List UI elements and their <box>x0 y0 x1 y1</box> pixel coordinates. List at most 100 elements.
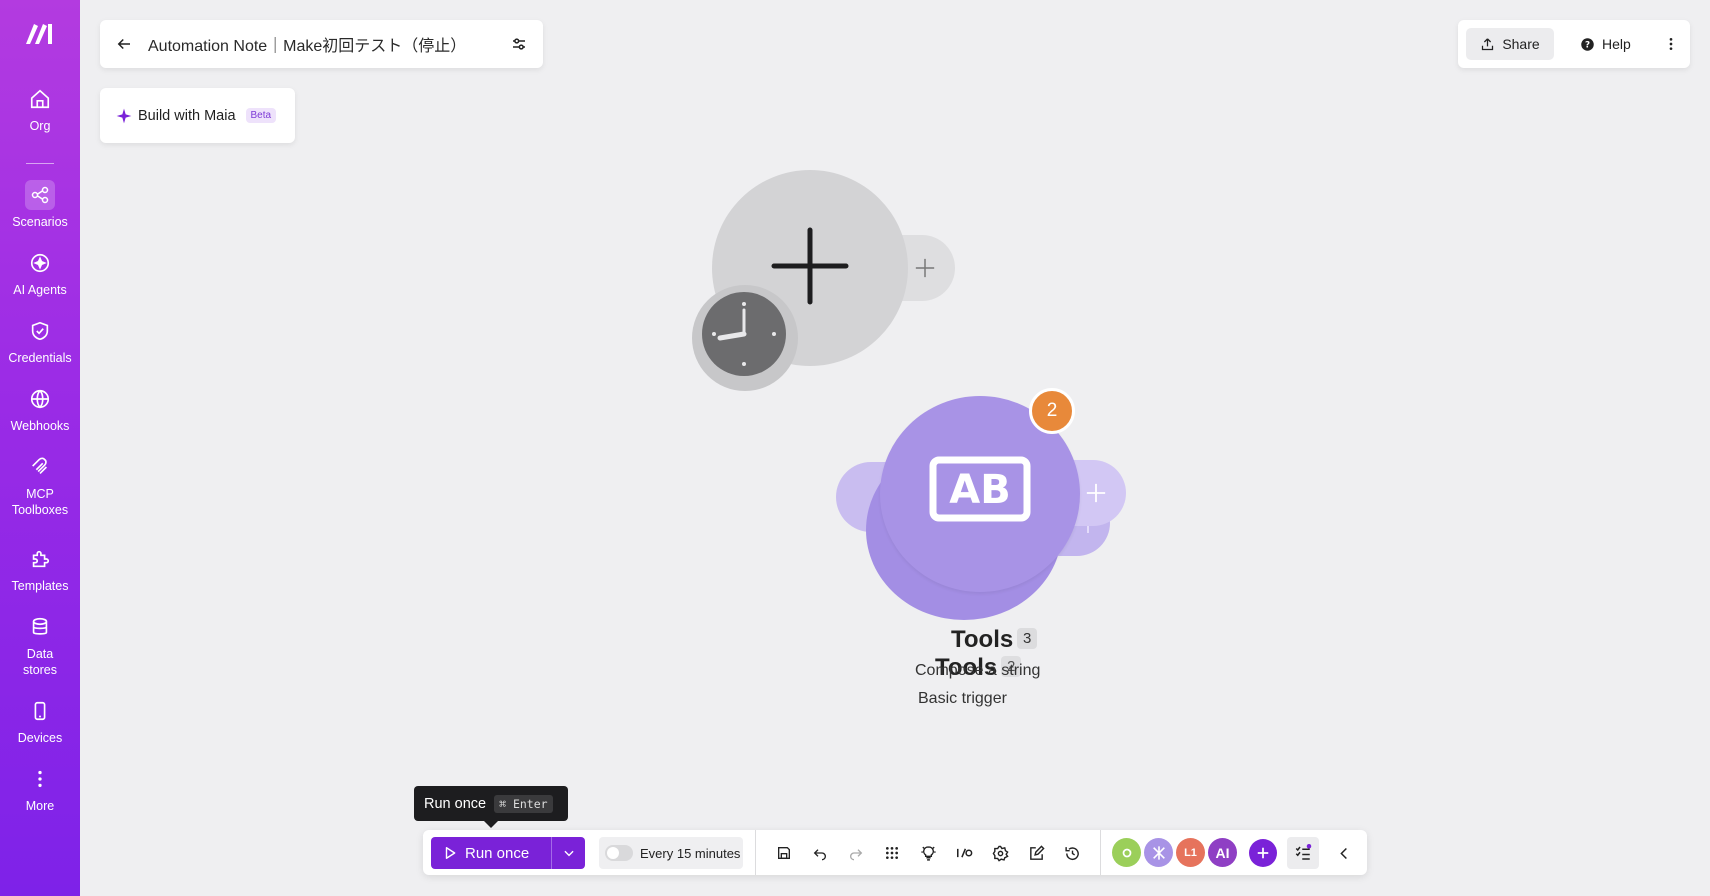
dots-vertical-icon <box>1669 38 1673 50</box>
svg-text:?: ? <box>1585 40 1590 50</box>
sidebar-item-mcp-toolboxes[interactable]: MCP Toolboxes <box>0 452 80 518</box>
sidebar-item-credentials[interactable]: Credentials <box>0 316 80 366</box>
bottom-toolbar: Run once Every 15 minutes L1 AI <box>423 830 1367 875</box>
schedule-control[interactable]: Every 15 minutes <box>599 837 743 869</box>
auto-align-button[interactable] <box>881 842 903 864</box>
sidebar-item-org[interactable]: Org <box>0 84 80 134</box>
history-icon <box>1064 846 1079 860</box>
scenario-title[interactable]: Automation Note｜Make初回テスト（停止） <box>148 32 495 56</box>
more-options-button[interactable] <box>1656 28 1686 60</box>
io-button[interactable] <box>953 842 975 864</box>
sidebar-item-ai-agents[interactable]: AI Agents <box>0 248 80 298</box>
dots-vertical-icon <box>25 764 55 794</box>
sidebar-item-label: Scenarios <box>12 215 68 229</box>
database-icon <box>25 612 55 642</box>
make-logo-icon[interactable] <box>24 20 56 46</box>
sidebar-item-label: Org <box>29 119 51 133</box>
run-once-button[interactable]: Run once <box>431 837 551 869</box>
sidebar-item-scenarios[interactable]: Scenarios <box>0 180 80 230</box>
sidebar-item-label: Devices <box>17 731 63 745</box>
redo-button[interactable] <box>845 842 867 864</box>
home-icon <box>25 84 55 114</box>
app-tools-icon[interactable] <box>1144 838 1173 867</box>
clock-icon <box>702 292 786 376</box>
sidebar: Org Scenarios AI Agents Credentials Webh… <box>0 0 80 896</box>
sidebar-item-devices[interactable]: Devices <box>0 696 80 746</box>
run-once-tooltip: Run once ⌘ Enter <box>414 786 568 828</box>
top-right-actions: Share ? Help <box>1458 20 1690 68</box>
sparkle-icon <box>25 248 55 278</box>
node-number: 3 <box>1017 628 1038 649</box>
history-button[interactable] <box>1061 842 1083 864</box>
tooltip-text: Run once <box>424 795 487 812</box>
beta-badge: Beta <box>245 108 277 123</box>
run-options-dropdown[interactable] <box>551 837 585 869</box>
sidebar-divider <box>26 163 54 164</box>
undo-button[interactable] <box>809 842 831 864</box>
gear-icon <box>992 845 1009 862</box>
share-button[interactable]: Share <box>1466 28 1554 60</box>
node-subtitle: Basic trigger <box>918 690 1007 707</box>
back-button[interactable] <box>100 20 148 68</box>
scenario-settings-toolbar-button[interactable] <box>989 842 1011 864</box>
sidebar-item-label: More <box>25 799 55 813</box>
app-ai-icon[interactable]: AI <box>1208 838 1237 867</box>
node-subtitle: Compose a string <box>915 662 1041 679</box>
sidebar-item-label-2: stores <box>22 663 58 677</box>
share-nodes-icon <box>25 180 55 210</box>
plus-icon <box>915 258 935 278</box>
sidebar-item-templates[interactable]: Templates <box>0 544 80 594</box>
app-green-icon[interactable] <box>1112 838 1141 867</box>
checklist-icon <box>1295 844 1312 860</box>
schedule-label: Every 15 minutes <box>640 845 741 861</box>
sidebar-item-label: Credentials <box>8 351 72 365</box>
play-icon <box>445 847 456 859</box>
help-label: Help <box>1602 36 1631 52</box>
plus-icon <box>1086 483 1106 503</box>
chevron-down-icon <box>563 850 574 857</box>
globe-icon <box>25 384 55 414</box>
notes-button[interactable] <box>1025 842 1047 864</box>
sidebar-item-label: Data <box>26 647 54 661</box>
app-l1-icon[interactable]: L1 <box>1176 838 1205 867</box>
scenario-settings-button[interactable] <box>495 20 543 68</box>
grid-dots-icon <box>886 847 898 859</box>
toolbar-separator <box>1100 830 1101 875</box>
chevron-left-icon <box>1339 847 1347 859</box>
sliders-icon <box>513 38 525 50</box>
io-icon <box>957 848 973 858</box>
sidebar-item-more[interactable]: More <box>0 764 80 814</box>
help-button[interactable]: ? Help <box>1574 28 1658 60</box>
explain-flow-button[interactable] <box>917 842 939 864</box>
sidebar-item-label: Templates <box>11 579 69 593</box>
validation-checklist-button[interactable] <box>1287 837 1319 869</box>
collapse-toolbar-button[interactable] <box>1333 842 1355 864</box>
lightbulb-icon <box>920 845 936 861</box>
arrow-left-icon <box>117 38 130 50</box>
run-once-label: Run once <box>465 844 530 862</box>
device-icon <box>25 696 55 726</box>
svg-text:AB: AB <box>949 467 1010 513</box>
puzzle-icon <box>25 544 55 574</box>
operations-count-badge[interactable]: 2 <box>1029 388 1075 434</box>
node-title: Tools <box>951 626 1014 653</box>
shortcut-key: ⌘ Enter <box>494 794 553 813</box>
sidebar-item-label: Webhooks <box>10 419 70 433</box>
sidebar-item-label-2: Toolboxes <box>11 503 69 517</box>
build-with-maia-button[interactable]: Build with Maia Beta <box>100 88 295 143</box>
question-circle-icon: ? <box>1581 37 1594 51</box>
sidebar-item-label: MCP <box>26 487 54 501</box>
sidebar-item-webhooks[interactable]: Webhooks <box>0 384 80 434</box>
schedule-toggle[interactable] <box>605 845 633 861</box>
mcp-icon <box>25 452 55 482</box>
add-app-button[interactable] <box>1249 839 1277 867</box>
save-button[interactable] <box>773 842 795 864</box>
maia-label: Build with Maia <box>138 107 236 124</box>
redo-icon <box>850 849 863 861</box>
edit-note-icon <box>1029 844 1045 860</box>
plus-icon <box>1257 847 1269 859</box>
sidebar-item-data-stores[interactable]: Data stores <box>0 612 80 678</box>
share-label: Share <box>1502 36 1540 52</box>
sparkle-icon <box>116 108 132 123</box>
share-icon <box>1482 37 1494 50</box>
